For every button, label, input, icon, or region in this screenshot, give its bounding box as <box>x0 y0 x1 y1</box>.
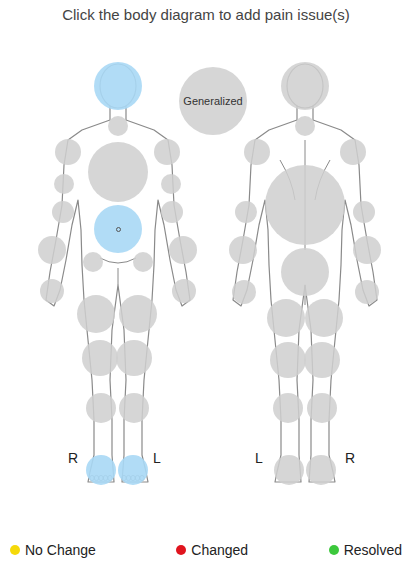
body-region[interactable] <box>229 236 257 264</box>
body-region[interactable] <box>94 205 142 253</box>
body-region[interactable] <box>38 236 66 264</box>
body-region[interactable] <box>244 139 270 165</box>
body-region[interactable] <box>161 174 181 194</box>
legend-label: No Change <box>25 540 96 561</box>
status-dot-icon <box>329 545 339 555</box>
generalized-label: Generalized <box>183 93 242 110</box>
body-region[interactable] <box>270 342 306 378</box>
body-region[interactable] <box>172 279 196 303</box>
pain-marker-icon <box>116 227 121 232</box>
body-region[interactable] <box>119 393 149 423</box>
side-label: L <box>255 451 263 465</box>
body-region[interactable] <box>305 299 343 337</box>
body-region[interactable] <box>306 455 336 485</box>
body-region[interactable] <box>116 340 152 376</box>
status-dot-icon <box>10 545 20 555</box>
generalized-region[interactable]: Generalized <box>179 67 247 135</box>
body-region[interactable] <box>40 279 64 303</box>
body-region[interactable] <box>88 142 148 202</box>
instruction-title: Click the body diagram to add pain issue… <box>0 0 412 30</box>
body-region[interactable] <box>94 62 142 110</box>
body-region[interactable] <box>273 393 303 423</box>
body-region[interactable] <box>265 165 345 245</box>
body-region[interactable] <box>77 295 115 333</box>
legend-label: Resolved <box>344 540 402 561</box>
pain-diagram-page: Click the body diagram to add pain issue… <box>0 0 412 565</box>
body-region[interactable] <box>86 393 116 423</box>
body-region[interactable] <box>119 295 157 333</box>
body-region[interactable] <box>108 116 128 136</box>
legend-item: Changed <box>176 540 248 561</box>
body-region[interactable] <box>86 455 116 485</box>
body-region[interactable] <box>355 280 379 304</box>
body-region[interactable] <box>340 139 366 165</box>
body-region[interactable] <box>295 116 315 136</box>
body-region[interactable] <box>274 455 304 485</box>
body-region[interactable] <box>161 201 183 223</box>
body-region[interactable] <box>281 62 329 110</box>
body-region[interactable] <box>235 201 257 223</box>
side-label: R <box>68 451 78 465</box>
body-region[interactable] <box>307 393 337 423</box>
body-region[interactable] <box>353 236 381 264</box>
body-region[interactable] <box>52 201 74 223</box>
body-region[interactable] <box>267 299 305 337</box>
side-label: L <box>153 451 161 465</box>
legend-item: Resolved <box>329 540 402 561</box>
body-region[interactable] <box>281 248 329 296</box>
legend: No Change Changed Resolved <box>0 535 412 565</box>
body-region[interactable] <box>82 340 118 376</box>
body-region[interactable] <box>54 174 74 194</box>
body-region[interactable] <box>55 139 81 165</box>
legend-label: Changed <box>191 540 248 561</box>
body-region[interactable] <box>133 252 153 272</box>
side-label: R <box>345 451 355 465</box>
body-region[interactable] <box>118 455 148 485</box>
body-region[interactable] <box>304 342 340 378</box>
body-region[interactable] <box>232 280 256 304</box>
body-region[interactable] <box>353 201 375 223</box>
status-dot-icon <box>176 545 186 555</box>
body-region[interactable] <box>169 236 197 264</box>
body-region[interactable] <box>154 139 180 165</box>
body-region[interactable] <box>83 252 103 272</box>
body-diagram[interactable]: Generalized R L L R <box>0 30 412 535</box>
legend-item: No Change <box>10 540 96 561</box>
